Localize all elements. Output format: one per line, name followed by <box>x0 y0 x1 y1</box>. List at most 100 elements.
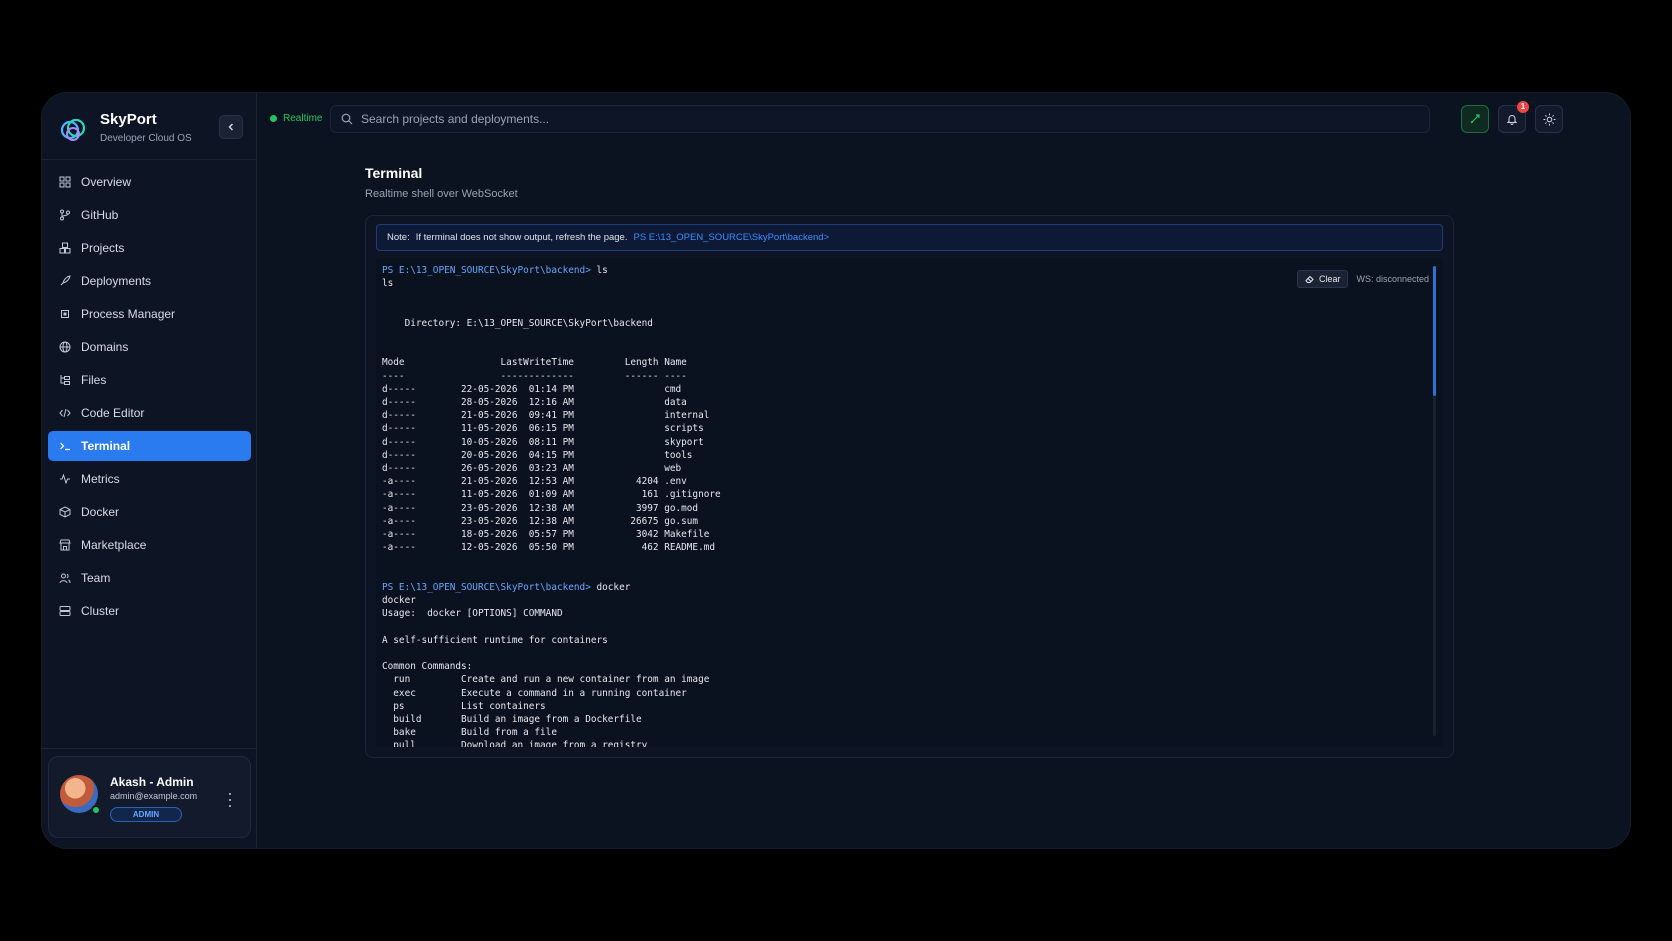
sidebar-item-team[interactable]: Team <box>48 563 251 593</box>
terminal-line-text <box>382 331 388 342</box>
sidebar-item-projects[interactable]: Projects <box>48 233 251 263</box>
sidebar-item-process-manager[interactable]: Process Manager <box>48 299 251 329</box>
terminal-line <box>382 568 721 581</box>
sidebar-item-domains[interactable]: Domains <box>48 332 251 362</box>
terminal-line: ---- ------------- ------ ---- <box>382 370 721 383</box>
terminal-line-text: ---- ------------- ------ ---- <box>382 370 687 382</box>
connection-icon <box>1470 114 1480 124</box>
terminal-output[interactable]: PS E:\13_OPEN_SOURCE\SkyPort\backend> ls… <box>376 258 1443 747</box>
terminal-line: exec Execute a command in a running cont… <box>382 687 721 700</box>
terminal-line-text: -a---- 11-05-2026 01:09 AM 161 .gitignor… <box>382 489 721 501</box>
theme-toggle-button[interactable] <box>1535 105 1563 133</box>
terminal-line-text: exec Execute a command in a running cont… <box>382 687 687 699</box>
realtime-label: Realtime <box>283 113 323 124</box>
terminal-line: Common Commands: <box>382 660 721 673</box>
terminal-line: d----- 22-05-2026 01:14 PM cmd <box>382 383 721 396</box>
terminal-line: Directory: E:\13_OPEN_SOURCE\SkyPort\bac… <box>382 317 721 330</box>
sidebar-item-label: Process Manager <box>81 307 176 321</box>
more-vertical-icon[interactable] <box>225 793 235 807</box>
terminal-line-text: docker <box>590 581 631 593</box>
terminal-note: Note: If terminal does not show output, … <box>376 224 1443 251</box>
terminal-line-text: bake Build from a file <box>382 727 557 739</box>
brand-subtitle: Developer Cloud OS <box>100 133 192 144</box>
terminal-line: d----- 26-05-2026 03:23 AM web <box>382 462 721 475</box>
terminal-line-text: -a---- 18-05-2026 05:57 PM 3042 Makefile <box>382 529 710 541</box>
realtime-connect-button[interactable] <box>1461 105 1489 133</box>
notifications-button[interactable]: 1 <box>1498 101 1529 133</box>
sidebar-item-docker[interactable]: Docker <box>48 497 251 527</box>
terminal-line-text: Common Commands: <box>382 661 473 673</box>
sidebar-item-label: Cluster <box>81 604 120 618</box>
globe-icon <box>58 340 72 354</box>
terminal-line: -a---- 12-05-2026 05:50 PM 462 README.md <box>382 541 721 554</box>
sidebar-item-deployments[interactable]: Deployments <box>48 266 251 296</box>
terminal-line-text <box>382 344 388 355</box>
terminal-scrollbar[interactable] <box>1433 266 1436 736</box>
terminal-line-text: d----- 22-05-2026 01:14 PM cmd <box>382 383 682 395</box>
sidebar-item-github[interactable]: GitHub <box>48 200 251 230</box>
terminal-line-text: -a---- 23-05-2026 12:38 AM 3997 go.mod <box>382 502 699 514</box>
terminal-line-text: d----- 11-05-2026 06:15 PM scripts <box>382 423 704 435</box>
sidebar-item-label: Terminal <box>81 439 131 453</box>
sidebar-item-metrics[interactable]: Metrics <box>48 464 251 494</box>
user-email: admin@example.com <box>110 791 198 801</box>
user-card[interactable]: Akash - Admin admin@example.com ADMIN <box>48 756 251 838</box>
topbar: Realtime 1 <box>258 93 1630 149</box>
sidebar-item-label: Marketplace <box>81 538 147 552</box>
terminal-line-text: d----- 20-05-2026 04:15 PM tools <box>382 449 693 461</box>
terminal-panel: Note: If terminal does not show output, … <box>365 215 1454 758</box>
folder-tree-icon <box>58 373 72 387</box>
page-subtitle: Realtime shell over WebSocket <box>365 188 518 200</box>
terminal-line: bake Build from a file <box>382 726 721 739</box>
sidebar-item-files[interactable]: Files <box>48 365 251 395</box>
bell-icon <box>1506 115 1518 125</box>
terminal-line-text <box>382 291 388 302</box>
sidebar-item-terminal[interactable]: Terminal <box>48 431 251 461</box>
code-icon <box>58 406 72 420</box>
terminal-line <box>382 620 721 633</box>
scrollbar-thumb[interactable] <box>1433 266 1436 396</box>
terminal-icon <box>58 439 72 453</box>
sidebar-item-marketplace[interactable]: Marketplace <box>48 530 251 560</box>
collapse-sidebar-button[interactable] <box>219 115 243 139</box>
brand-name: SkyPort <box>100 111 157 128</box>
terminal-line-text: -a---- 23-05-2026 12:38 AM 26675 go.sum <box>382 515 699 527</box>
terminal-line-text <box>382 305 388 316</box>
sidebar-item-label: Domains <box>81 340 129 354</box>
terminal-line <box>382 647 721 660</box>
sidebar-item-overview[interactable]: Overview <box>48 167 251 197</box>
sidebar-item-code-editor[interactable]: Code Editor <box>48 398 251 428</box>
notification-count-badge: 1 <box>1517 101 1529 113</box>
terminal-line-text: Usage: docker [OPTIONS] COMMAND <box>382 608 563 620</box>
terminal-line: d----- 20-05-2026 04:15 PM tools <box>382 449 721 462</box>
sidebar-item-cluster[interactable]: Cluster <box>48 596 251 626</box>
terminal-line: pull Download an image from a registry <box>382 739 721 747</box>
app-window: SkyPort Developer Cloud OS Overview GitH… <box>41 92 1631 849</box>
sidebar-item-label: Metrics <box>81 472 120 486</box>
terminal-line-text: pull Download an image from a registry <box>382 740 648 747</box>
terminal-line-text: d----- 28-05-2026 12:16 AM data <box>382 397 687 409</box>
terminal-line: PS E:\13_OPEN_SOURCE\SkyPort\backend> do… <box>382 581 721 594</box>
terminal-line-text <box>382 648 388 659</box>
store-icon <box>58 538 72 552</box>
users-icon <box>58 571 72 585</box>
activity-icon <box>58 472 72 486</box>
terminal-line: d----- 28-05-2026 12:16 AM data <box>382 396 721 409</box>
sidebar: SkyPort Developer Cloud OS Overview GitH… <box>42 93 257 848</box>
user-divider <box>42 748 256 749</box>
terminal-line: d----- 11-05-2026 06:15 PM scripts <box>382 422 721 435</box>
terminal-line: ps List containers <box>382 700 721 713</box>
sidebar-nav: Overview GitHub Projects Deployments Pro… <box>48 167 251 629</box>
terminal-line <box>382 554 721 567</box>
terminal-line-text: A self-sufficient runtime for containers <box>382 634 608 646</box>
terminal-line-text: d----- 26-05-2026 03:23 AM web <box>382 463 682 475</box>
search-bar[interactable] <box>330 105 1430 133</box>
clear-button[interactable]: Clear <box>1296 270 1349 288</box>
terminal-line-text: ls <box>382 278 394 290</box>
terminal-line <box>382 304 721 317</box>
eraser-icon <box>1305 275 1314 283</box>
terminal-line: build Build an image from a Dockerfile <box>382 713 721 726</box>
search-icon <box>341 113 353 125</box>
search-input[interactable] <box>361 112 1261 126</box>
boxes-icon <box>58 241 72 255</box>
